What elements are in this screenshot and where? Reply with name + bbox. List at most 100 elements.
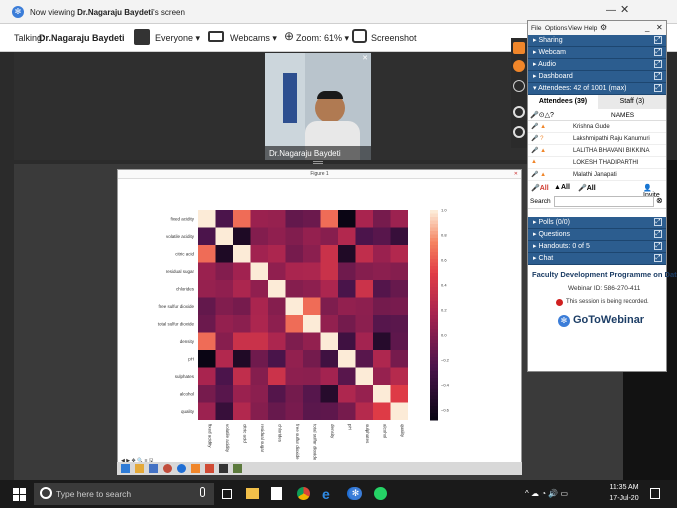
attendee-row[interactable]: ▲ LOKESH THADIPARTHI bbox=[528, 157, 666, 169]
colorbar-tick-label: 0.2 bbox=[441, 308, 447, 313]
webcams-dropdown[interactable]: Webcams ▾ bbox=[230, 33, 277, 44]
control-strip bbox=[511, 38, 527, 148]
heatmap-cell bbox=[338, 332, 356, 350]
panel-minimize-icon[interactable]: _ bbox=[645, 23, 649, 32]
figure-close-icon[interactable]: ✕ bbox=[514, 170, 518, 179]
store-icon[interactable] bbox=[271, 487, 282, 500]
heatmap-cell bbox=[215, 227, 233, 245]
webcam-toggle-icon[interactable] bbox=[513, 80, 525, 92]
notification-icon[interactable] bbox=[650, 488, 660, 499]
colorbar-segment bbox=[430, 388, 438, 393]
y-tick-label: sulphates bbox=[175, 374, 195, 379]
panel-close-icon[interactable]: ✕ bbox=[656, 23, 663, 32]
heatmap-cell bbox=[303, 297, 321, 315]
popout-icon[interactable]: ⤢ bbox=[654, 60, 662, 68]
system-tray-icons[interactable]: ^ ☁ ◔ 🔊 ▭ bbox=[525, 489, 568, 498]
popout-icon[interactable]: ⤢ bbox=[654, 254, 662, 262]
chrome-icon[interactable] bbox=[297, 487, 310, 500]
popout-icon[interactable]: ⤢ bbox=[654, 230, 662, 238]
gotowebinar-taskbar-icon[interactable]: ✻ bbox=[349, 487, 362, 500]
popout-icon[interactable]: ⤢ bbox=[654, 242, 662, 250]
brand-label: GoToWebinar bbox=[573, 314, 645, 326]
heatmap-cell bbox=[338, 210, 356, 228]
names-column-header[interactable]: NAMES bbox=[611, 112, 634, 119]
y-tick-label: total sulfur dioxide bbox=[158, 321, 195, 326]
section-audio[interactable]: ▸ Audio ⤢ bbox=[528, 59, 666, 71]
colorbar-segment bbox=[430, 210, 438, 214]
x-tick-label: pH bbox=[347, 424, 352, 430]
heatmap-cell bbox=[285, 350, 303, 368]
minimize-icon[interactable]: — bbox=[606, 5, 616, 16]
screenshot-button[interactable]: Screenshot bbox=[371, 33, 417, 43]
task-view-icon[interactable] bbox=[222, 489, 232, 499]
popout-icon[interactable]: ⤢ bbox=[654, 48, 662, 56]
heatmap-cell bbox=[285, 280, 303, 298]
heatmap-cell bbox=[320, 402, 338, 420]
colorbar-segment bbox=[430, 318, 438, 323]
everyone-dropdown[interactable]: Everyone ▾ bbox=[155, 33, 200, 44]
collapse-arrow-icon[interactable] bbox=[513, 42, 525, 54]
heatmap-cell bbox=[338, 367, 356, 385]
taskbar-date[interactable]: 17-Jul-20 bbox=[603, 495, 645, 502]
attendee-row[interactable]: 🎤 ▲ Malathi Janapati bbox=[528, 169, 666, 181]
microphone-icon[interactable] bbox=[200, 487, 205, 497]
section-chat[interactable]: ▸ Chat ⤢ bbox=[528, 253, 666, 265]
raise-all-button[interactable]: ▲All bbox=[554, 184, 570, 191]
popout-icon[interactable]: ⤢ bbox=[654, 218, 662, 226]
section-webcam[interactable]: ▸ Webcam ⤢ bbox=[528, 47, 666, 59]
microphone-icon[interactable] bbox=[513, 60, 525, 72]
attendee-actions: 🎤All ▲All 🎤All 👤Invite bbox=[528, 181, 666, 199]
popout-icon[interactable]: ⤢ bbox=[654, 36, 662, 44]
heatmap-cell bbox=[285, 385, 303, 403]
unmute-all-button[interactable]: 🎤All bbox=[578, 184, 596, 192]
heatmap-cell bbox=[198, 350, 216, 368]
attendee-row[interactable]: 🎤 ? Lakshmipathi Raju Kanumuri bbox=[528, 133, 666, 145]
heatmap-cell bbox=[303, 210, 321, 228]
colorbar-segment bbox=[430, 350, 438, 354]
edge-icon[interactable]: e bbox=[322, 486, 330, 502]
heatmap-cell bbox=[198, 385, 216, 403]
tab-staff[interactable]: Staff (3) bbox=[598, 95, 666, 109]
menu-help[interactable]: Help bbox=[584, 25, 597, 32]
search-input[interactable] bbox=[554, 196, 654, 207]
menu-view[interactable]: View bbox=[568, 25, 582, 32]
mute-all-button[interactable]: 🎤All bbox=[531, 184, 549, 192]
search-icon[interactable]: ⊗ bbox=[656, 196, 663, 205]
colorbar-segment bbox=[430, 262, 438, 267]
popout-icon[interactable]: ⤢ bbox=[654, 84, 662, 92]
x-tick-label: residual sugar bbox=[260, 424, 265, 453]
section-handouts[interactable]: ▸ Handouts: 0 of 5 ⤢ bbox=[528, 241, 666, 253]
section-dashboard[interactable]: ▸ Dashboard ⤢ bbox=[528, 71, 666, 83]
menu-options[interactable]: Options bbox=[545, 25, 567, 32]
colorbar-segment bbox=[430, 290, 438, 295]
heatmap-cell bbox=[215, 367, 233, 385]
screen-share-icon[interactable] bbox=[513, 106, 525, 118]
heatmap-cell bbox=[285, 367, 303, 385]
attendee-row[interactable]: 🎤 ▲ LALITHA BHAVANI BIKKINA bbox=[528, 145, 666, 157]
heatmap-cell bbox=[303, 280, 321, 298]
section-polls[interactable]: ▸ Polls (0/0) ⤢ bbox=[528, 217, 666, 229]
colorbar-segment bbox=[430, 308, 438, 312]
popout-icon[interactable]: ⤢ bbox=[654, 72, 662, 80]
heatmap-cell bbox=[338, 315, 356, 333]
whatsapp-icon[interactable] bbox=[374, 487, 387, 500]
close-video-icon[interactable]: ✕ bbox=[362, 54, 368, 62]
section-sharing[interactable]: ▸ Sharing ⤢ bbox=[528, 35, 666, 47]
attendee-row[interactable]: 🎤 ▲ Krishna Gude bbox=[528, 121, 666, 133]
heatmap-cell bbox=[338, 297, 356, 315]
menu-file[interactable]: File bbox=[531, 25, 541, 32]
close-icon[interactable]: ✕ bbox=[620, 3, 629, 16]
handout-icon[interactable] bbox=[513, 126, 525, 138]
windows-start-icon[interactable] bbox=[13, 488, 26, 501]
section-attendees[interactable]: ▾ Attendees: 42 of 1001 (max) ⤢ bbox=[528, 83, 666, 95]
zoom-dropdown[interactable]: Zoom: 61% ▾ bbox=[296, 33, 349, 44]
file-explorer-icon[interactable] bbox=[246, 488, 259, 499]
heatmap-cell bbox=[373, 262, 391, 280]
section-questions[interactable]: ▸ Questions ⤢ bbox=[528, 229, 666, 241]
taskbar-search-box[interactable]: Type here to search bbox=[34, 483, 214, 505]
taskbar-clock[interactable]: 11:35 AM bbox=[603, 484, 645, 491]
tab-attendees[interactable]: Attendees (39) bbox=[528, 95, 598, 109]
heatmap-cell bbox=[320, 385, 338, 403]
gear-icon[interactable]: ⚙ bbox=[600, 23, 607, 32]
attendee-name: Malathi Janapati bbox=[573, 172, 617, 178]
